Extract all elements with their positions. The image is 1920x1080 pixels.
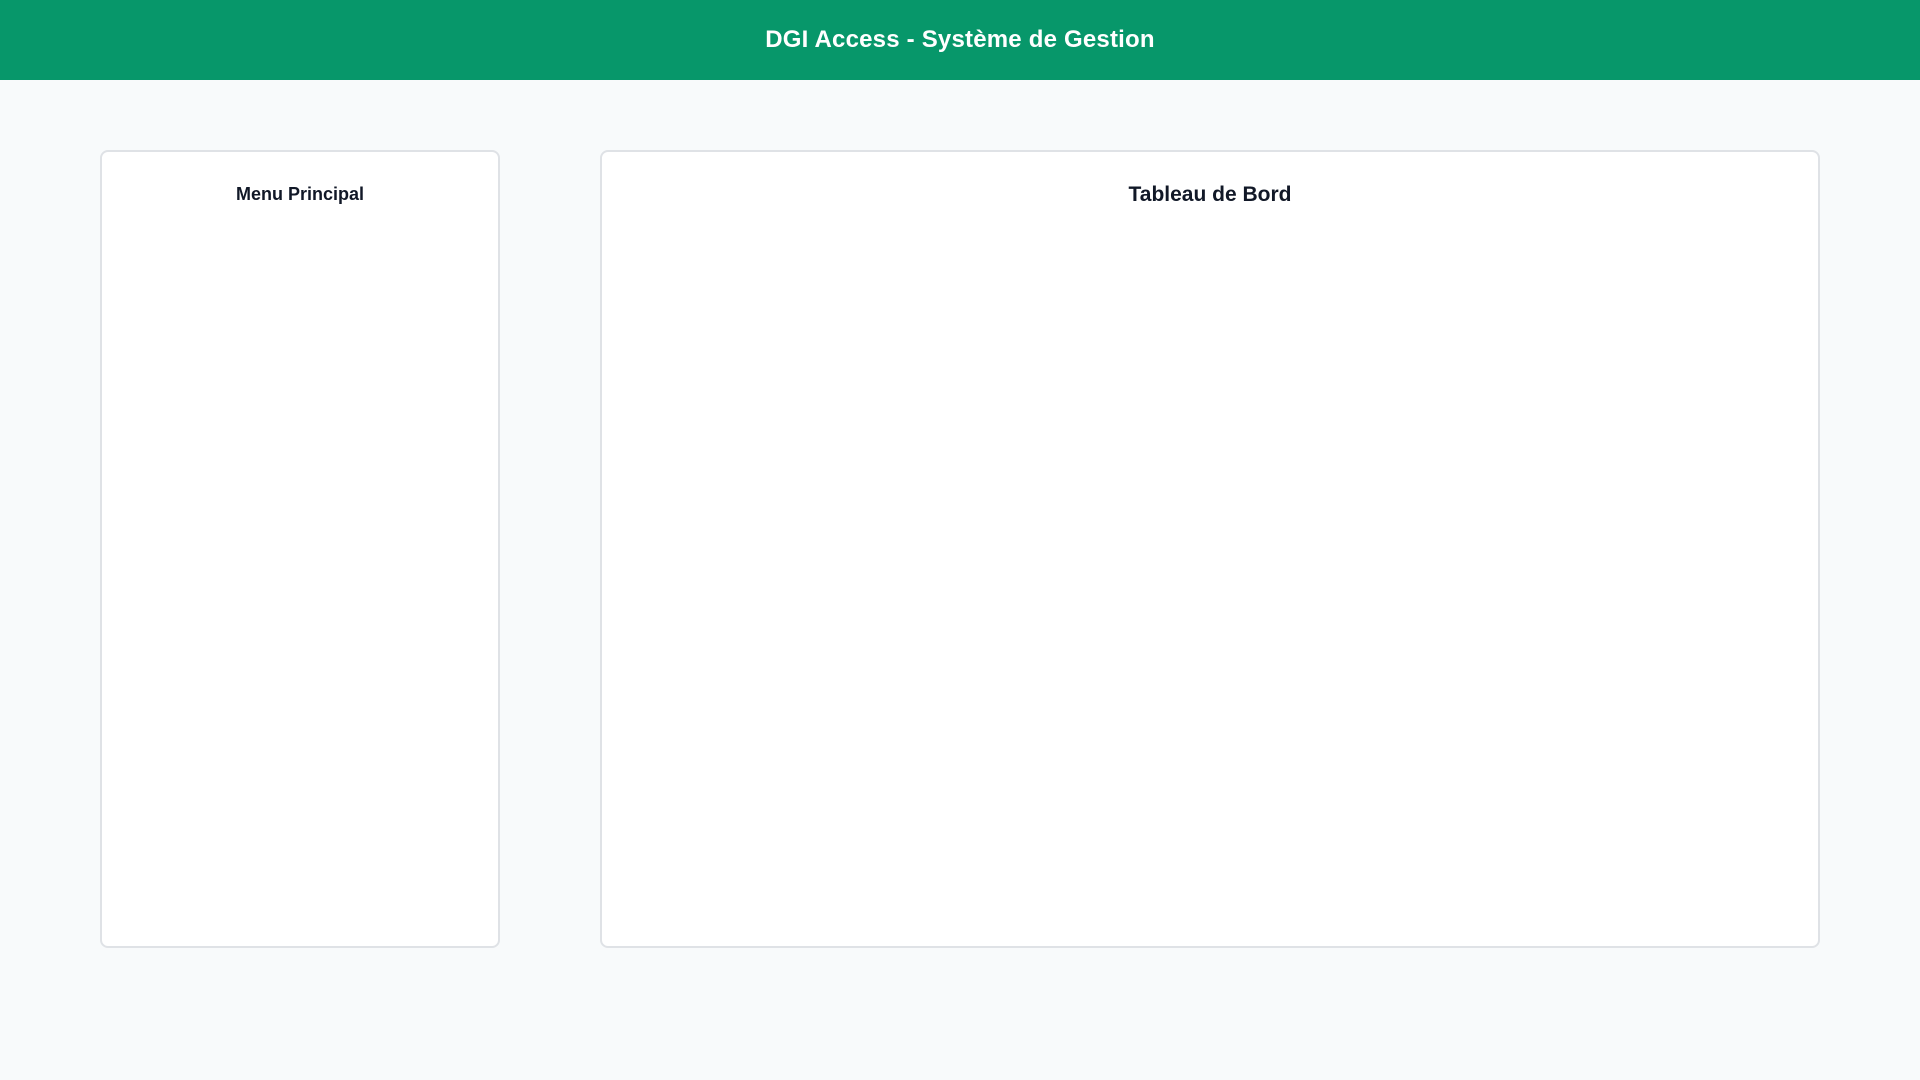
app-title: DGI Access - Système de Gestion	[765, 26, 1155, 53]
app-header: DGI Access - Système de Gestion	[0, 0, 1920, 80]
dashboard-title: Tableau de Bord	[1128, 183, 1292, 206]
sidebar-panel: Menu Principal	[100, 150, 500, 948]
sidebar-title: Menu Principal	[235, 184, 365, 204]
dashboard-panel: Tableau de Bord	[600, 150, 1820, 948]
